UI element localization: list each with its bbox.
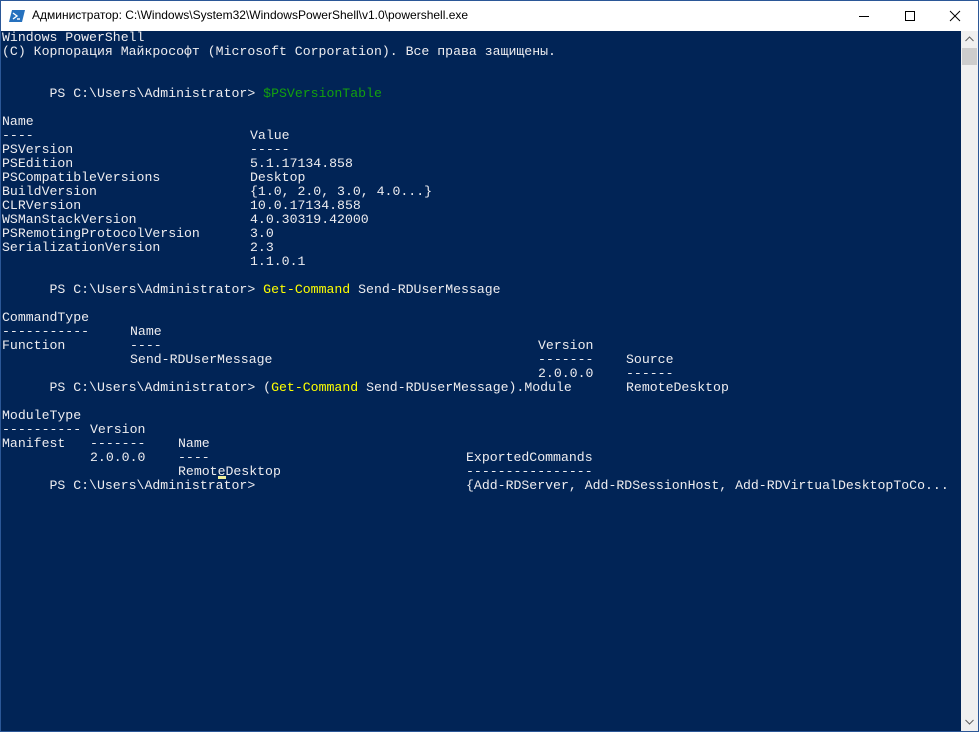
- maximize-icon: [905, 11, 915, 21]
- column-header: Version: [90, 422, 146, 437]
- prompt-line: PS C:\Users\Administrator> (Get-Command …: [2, 367, 571, 395]
- window-title: Администратор: C:\Windows\System32\Windo…: [32, 8, 469, 22]
- text-cursor: [218, 476, 226, 479]
- column-underline: -----: [250, 142, 290, 157]
- table-row: PSRemotingProtocolVersion 2.3: [2, 213, 274, 255]
- column-underline: -------: [538, 352, 594, 367]
- column-underline: ------: [626, 366, 674, 381]
- table-row: PSVersion 5.1.17134.858: [2, 129, 353, 171]
- row-value: 2.3: [250, 240, 274, 255]
- scroll-down-button[interactable]: [961, 714, 978, 731]
- table-row: WSManStackVersion 3.0: [2, 199, 274, 241]
- row-source: RemoteDesktop: [626, 380, 729, 395]
- row-exported-commands: {Add-RDServer, Add-RDSessionHost, Add-RD…: [466, 478, 949, 493]
- argument-text: Send-RDUserMessage).Module: [358, 380, 572, 395]
- column-header: Value: [250, 128, 290, 143]
- table-row: Manifest 2.0.0.0 RemoteDesktop {Add-RDSe…: [2, 423, 949, 493]
- row-value: 4.0.30319.42000: [250, 212, 369, 227]
- minimize-icon: [859, 16, 869, 17]
- table-row: Function Send-RDUserMessage 2.0.0.0 Remo…: [2, 325, 729, 395]
- prompt: PS C:\Users\Administrator>: [49, 478, 264, 493]
- row-module-type: Manifest: [2, 436, 66, 451]
- scroll-up-button[interactable]: [961, 31, 978, 48]
- table-row: PSEdition Desktop: [2, 143, 305, 185]
- row-version: 2.0.0.0: [90, 450, 146, 465]
- row-name: Send-RDUserMessage: [130, 352, 273, 367]
- row-command-type: Function: [2, 338, 66, 353]
- prompt-line: PS C:\Users\Administrator> $PSVersionTab…: [2, 73, 381, 101]
- minimize-button[interactable]: [841, 1, 887, 31]
- row-value: 1.1.0.1: [250, 254, 306, 269]
- prompt: PS C:\Users\Administrator>: [49, 380, 264, 395]
- row-value: 3.0: [250, 226, 274, 241]
- table-header: CommandType Name Version Source: [2, 297, 673, 367]
- vertical-scrollbar[interactable]: [961, 31, 978, 731]
- open-paren: (: [263, 380, 272, 395]
- cmdlet-text: Get-Command: [263, 282, 351, 297]
- column-header: Name: [178, 436, 210, 451]
- close-button[interactable]: [932, 1, 978, 31]
- row-value: {1.0, 2.0, 3.0, 4.0...}: [250, 184, 433, 199]
- prompt: PS C:\Users\Administrator>: [49, 282, 264, 297]
- column-header: Version: [538, 338, 594, 353]
- prompt-line: PS C:\Users\Administrator> Get-Command S…: [2, 269, 500, 297]
- column-underline: ----------------: [466, 464, 593, 479]
- column-underline: ----: [178, 450, 210, 465]
- banner-line: Windows PowerShell: [2, 31, 145, 45]
- table-header: ModuleType Version Name ExportedCommands: [2, 395, 593, 465]
- cmdlet-text: Get-Command: [271, 380, 359, 395]
- chevron-down-icon: [965, 719, 974, 725]
- table-row: PSCompatibleVersions {1.0, 2.0, 3.0, 4.0…: [2, 157, 432, 199]
- row-value: Desktop: [250, 170, 306, 185]
- row-name: SerializationVersion: [2, 240, 161, 255]
- column-underline: ----: [130, 338, 162, 353]
- column-underline: -------: [90, 436, 146, 451]
- powershell-window: Администратор: C:\Windows\System32\Windo…: [0, 0, 979, 732]
- table-underline: ----------- ---- ------- ------: [2, 311, 673, 381]
- copyright-line: (C) Корпорация Майкрософт (Microsoft Cor…: [2, 44, 556, 59]
- row-value: 10.0.17134.858: [250, 198, 361, 213]
- prompt: PS C:\Users\Administrator>: [49, 86, 264, 101]
- table-row: SerializationVersion 1.1.0.1: [2, 227, 305, 269]
- scroll-thumb[interactable]: [962, 48, 977, 65]
- column-header: ExportedCommands: [466, 450, 593, 465]
- table-underline: ---------- ------- ---- ----------------: [2, 409, 593, 479]
- column-header: Name: [130, 324, 162, 339]
- table-header: Name Value: [2, 101, 290, 143]
- powershell-app-icon[interactable]: [9, 8, 25, 24]
- console-output[interactable]: Windows PowerShell (C) Корпорация Майкро…: [1, 31, 961, 731]
- close-icon: [949, 10, 961, 22]
- command-text: $PSVersionTable: [263, 86, 382, 101]
- argument-text: Send-RDUserMessage: [350, 282, 501, 297]
- row-value: 5.1.17134.858: [250, 156, 353, 171]
- chevron-up-icon: [965, 36, 974, 42]
- table-underline: ---- -----: [2, 115, 290, 157]
- table-row: CLRVersion 4.0.30319.42000: [2, 185, 369, 227]
- title-bar[interactable]: Администратор: C:\Windows\System32\Windo…: [1, 1, 978, 31]
- column-header: Source: [626, 352, 674, 367]
- maximize-button[interactable]: [887, 1, 933, 31]
- table-row: BuildVersion 10.0.17134.858: [2, 171, 361, 213]
